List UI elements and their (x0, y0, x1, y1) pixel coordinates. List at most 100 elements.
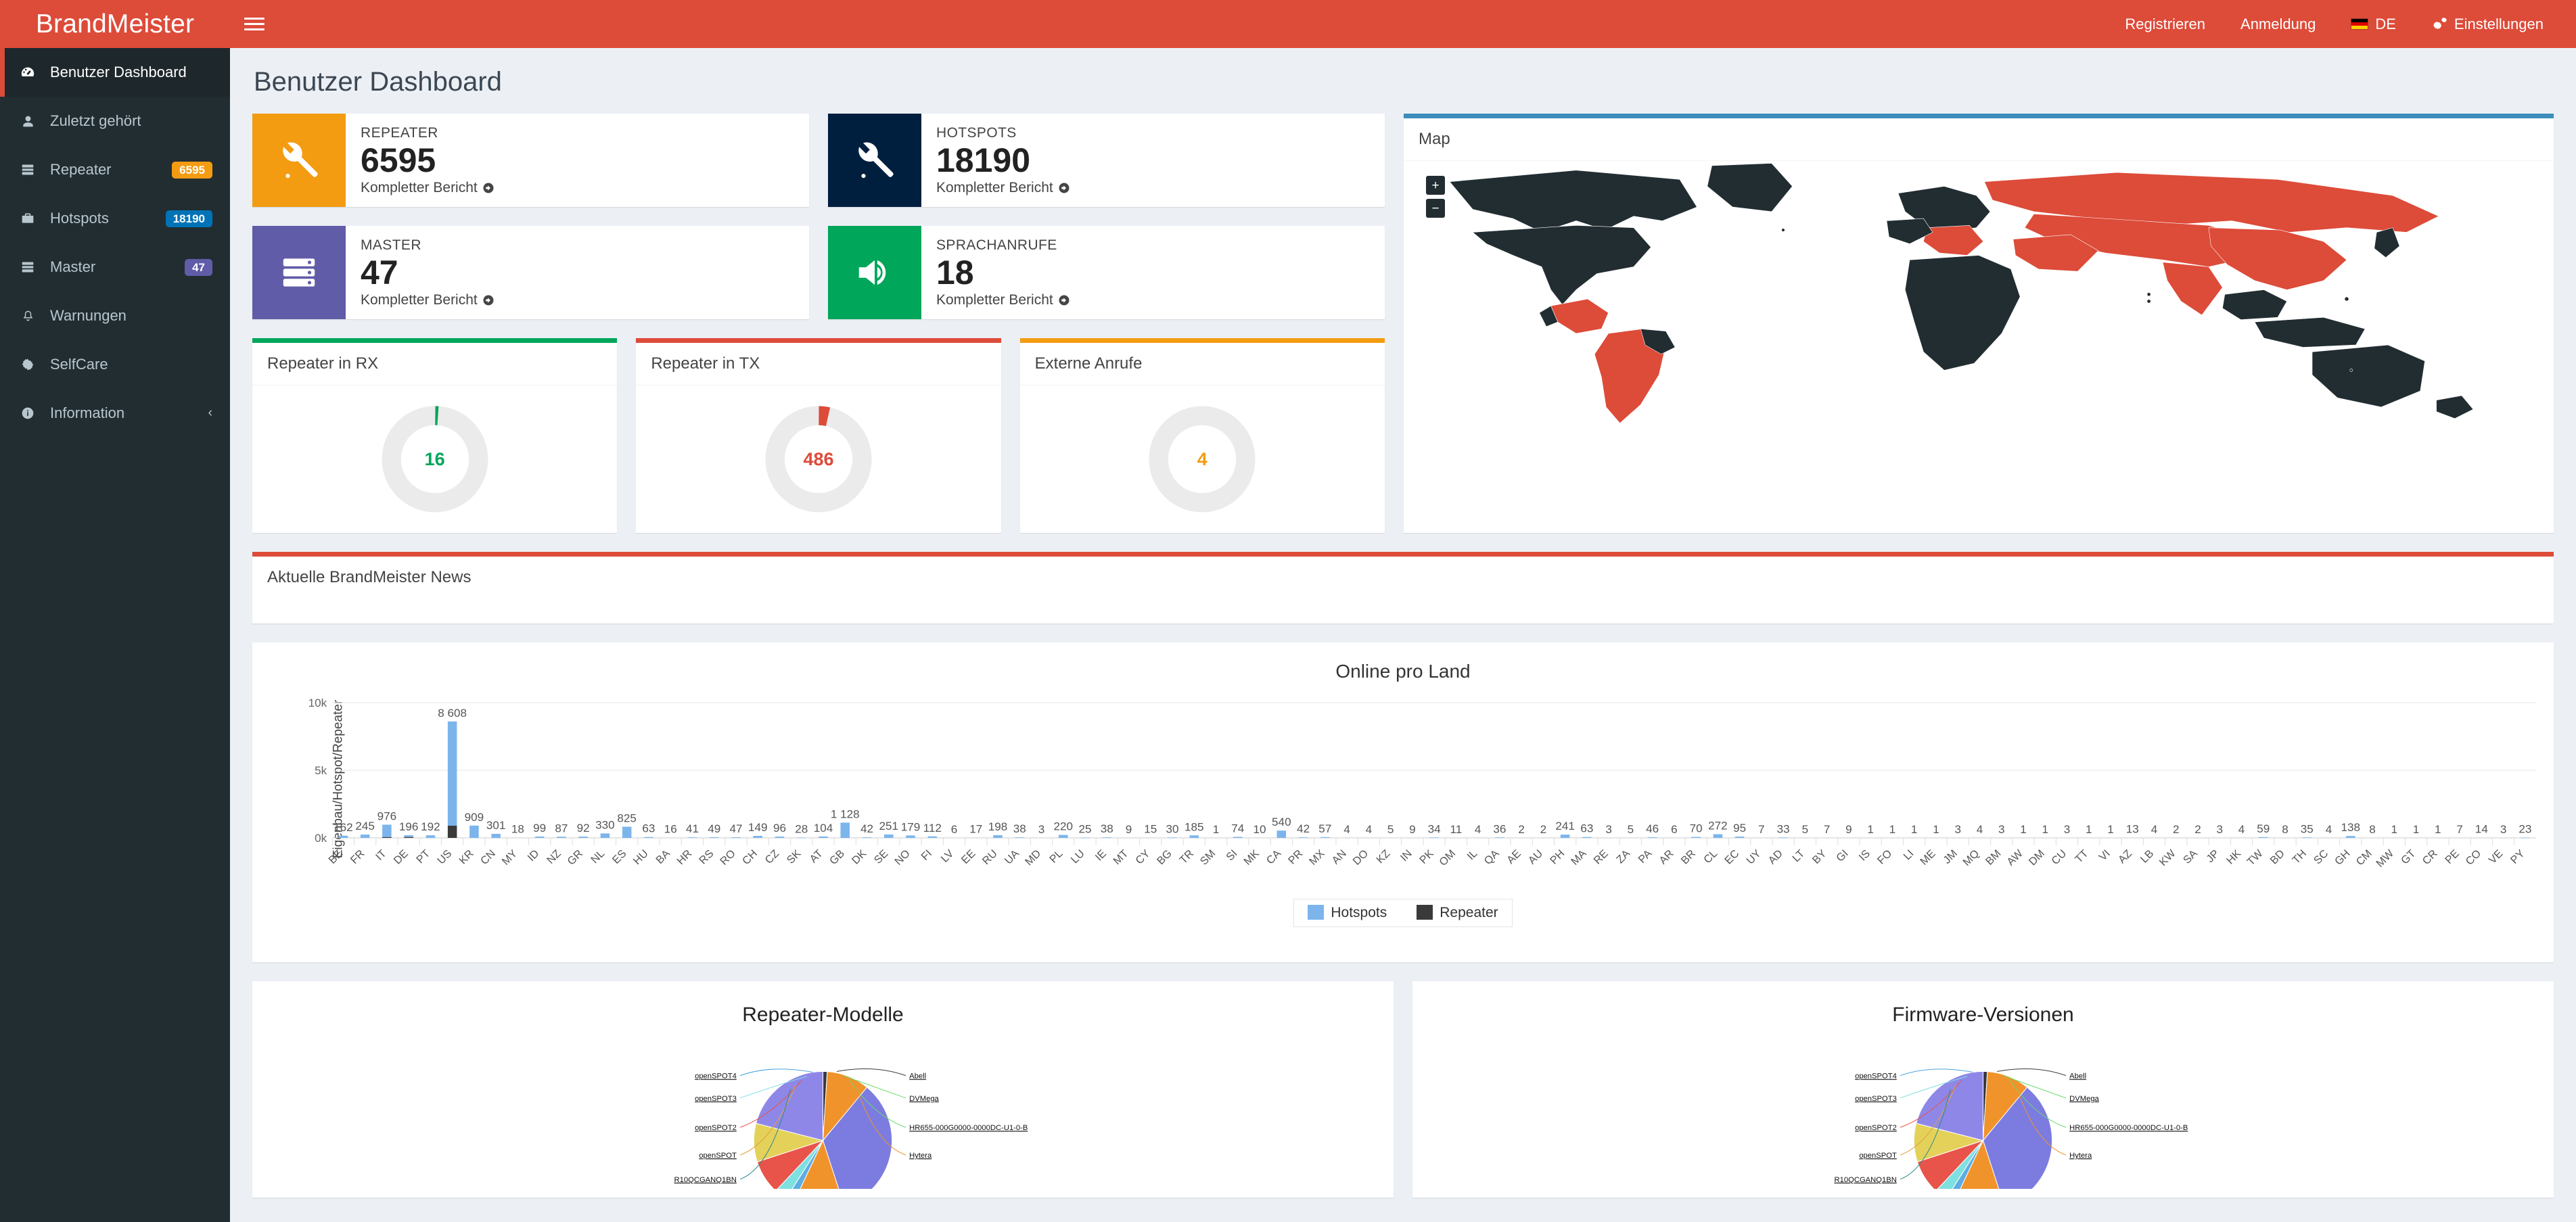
bar-category-label: JM (1941, 847, 1960, 866)
bar-value-label: 2 (2173, 823, 2180, 836)
pie-label: DVMega (2069, 1095, 2099, 1103)
login-link[interactable]: Anmeldung (2223, 0, 2333, 48)
sidebar-item-information[interactable]: Information ‹ (0, 389, 230, 438)
language-link[interactable]: DE (2333, 0, 2414, 48)
bar-category-label: KZ (1374, 847, 1392, 866)
sidebar-item-hotspots[interactable]: Hotspots 18190 (0, 194, 230, 243)
bar-category-label: GT (2399, 847, 2418, 867)
sidebar-item-label: Master (50, 258, 96, 275)
bar-category-label: SM (1198, 847, 1218, 868)
bar-hotspots (447, 721, 457, 826)
bar-hotspots (1582, 837, 1592, 838)
register-link[interactable]: Registrieren (2107, 0, 2223, 48)
bar-category-label: VE (2486, 847, 2505, 866)
bar-hotspots (534, 837, 545, 838)
bar-hotspots (491, 833, 501, 838)
stat-more-link[interactable]: Kompletter Bericht (936, 180, 1070, 196)
bar-category-label: MK (1241, 847, 1262, 868)
sidebar: Benutzer Dashboard Zuletzt gehört Repeat… (0, 48, 230, 1222)
register-label: Registrieren (2125, 15, 2206, 32)
gears-icon (2431, 17, 2447, 32)
sidebar-item-zuletzt-gehoert[interactable]: Zuletzt gehört (0, 97, 230, 145)
stat-more-link[interactable]: Kompletter Bericht (361, 292, 495, 308)
top-navbar: Registrieren Anmeldung DE Einstellungen (230, 0, 2576, 48)
pie-label: openSPOT2 (1855, 1124, 1897, 1132)
sidebar-item-dashboard[interactable]: Benutzer Dashboard (0, 48, 230, 97)
bar-category-label: SE (872, 847, 891, 866)
bar-value-label: 245 (355, 820, 375, 832)
sidebar-item-warnungen[interactable]: Warnungen (0, 291, 230, 340)
pie-label: HR655-000G0000-0000DC-U1-0-B (2069, 1124, 2188, 1132)
gear-icon (18, 358, 38, 371)
arrow-circle-right-icon (1059, 183, 1070, 193)
hamburger-icon[interactable] (230, 0, 278, 48)
bar-value-label: 41 (686, 822, 699, 835)
stat-box-hotspots[interactable]: HOTSPOTS 18190 Kompletter Bericht (828, 114, 1385, 207)
user-icon (18, 114, 38, 128)
bar-category-label: NO (892, 847, 913, 868)
map-zoom-in-button[interactable]: + (1426, 176, 1445, 195)
bar-value-label: 825 (617, 812, 637, 825)
settings-link[interactable]: Einstellungen (2414, 0, 2561, 48)
bar-value-label: 63 (642, 822, 655, 835)
bar-value-label: 7 (1758, 823, 1765, 836)
bar-category-label: QA (1481, 847, 1501, 867)
stat-more-link[interactable]: Kompletter Bericht (936, 292, 1070, 308)
sidebar-item-repeater[interactable]: Repeater 6595 (0, 145, 230, 194)
news-title: Aktuelle BrandMeister News (267, 568, 472, 586)
bar-value-label: 3 (2217, 823, 2224, 836)
bar-category-label: MA (1569, 847, 1589, 868)
sidebar-badge-master: 47 (185, 258, 212, 276)
world-map[interactable]: + − (1404, 161, 2554, 430)
stat-row-1: REPEATER 6595 Kompletter Bericht HOTSPOT… (252, 114, 1385, 207)
bar-hotspots (775, 837, 785, 838)
stat-more-link[interactable]: Kompletter Bericht (361, 180, 495, 196)
bar-value-label: 185 (1184, 820, 1204, 833)
bar-category-label: IT (373, 847, 389, 863)
bar-category-label: BM (1983, 847, 2004, 868)
bar-category-label: BG (1155, 847, 1174, 867)
bar-hotspots (2302, 837, 2312, 839)
bar-category-label: IS (1857, 847, 1873, 863)
bar-category-label: ZA (1614, 847, 1633, 866)
stat-label: MASTER (361, 237, 421, 253)
stat-box-master[interactable]: MASTER 47 Kompletter Bericht (252, 226, 809, 319)
bar-value-label: 301 (486, 819, 506, 832)
bar-value-label: 540 (1272, 816, 1291, 828)
bar-category-label: KW (2157, 847, 2178, 869)
bar-value-label: 192 (421, 820, 440, 833)
bar-category-label: LV (938, 847, 956, 865)
bar-category-label: JP (2204, 847, 2222, 865)
bar-hotspots (840, 822, 850, 838)
bar-category-label: PR (1286, 847, 1306, 866)
sidebar-item-selfcare[interactable]: SelfCare (0, 340, 230, 389)
stat-box-voicecalls[interactable]: SPRACHANRUFE 18 Kompletter Bericht (828, 226, 1385, 319)
bar-category-label: TR (1177, 847, 1196, 866)
bar-value-label: 95 (1733, 822, 1746, 835)
map-zoom-out-button[interactable]: − (1426, 199, 1445, 218)
bar-value-label: 4 (1366, 823, 1373, 836)
news-panel: Aktuelle BrandMeister News (252, 552, 2554, 624)
bar-category-label: SK (785, 847, 804, 866)
bar-category-label: HU (631, 847, 651, 867)
gauge-title: Repeater in RX (252, 343, 618, 385)
brand-logo[interactable]: BrandMeister (0, 0, 230, 48)
bar-value-label: 49 (708, 822, 720, 835)
bar-category-label: PE (2443, 847, 2462, 866)
bar-value-label: 11 (1450, 823, 1462, 836)
stat-box-repeater[interactable]: REPEATER 6595 Kompletter Bericht (252, 114, 809, 207)
sidebar-item-label: Repeater (50, 161, 112, 178)
bar-category-label: CM (2353, 847, 2374, 868)
bar-hotspots (2346, 836, 2355, 838)
bar-hotspots (382, 824, 392, 837)
bar-value-label: 4 (2151, 823, 2158, 836)
bar-hotspots (404, 835, 413, 837)
bar-hotspots (557, 837, 566, 838)
map-svg (1449, 163, 2474, 424)
bar-value-label: 4 (1475, 823, 1481, 836)
pie-label: openSPOT4 (695, 1073, 737, 1081)
gauge-panel-tx: Repeater in TX 486 (636, 338, 1001, 533)
sidebar-item-label: Information (50, 404, 125, 421)
pie-row: Repeater-Modelle Abell DVMega HR655-000G00… (252, 981, 2554, 1198)
sidebar-item-master[interactable]: Master 47 (0, 243, 230, 291)
